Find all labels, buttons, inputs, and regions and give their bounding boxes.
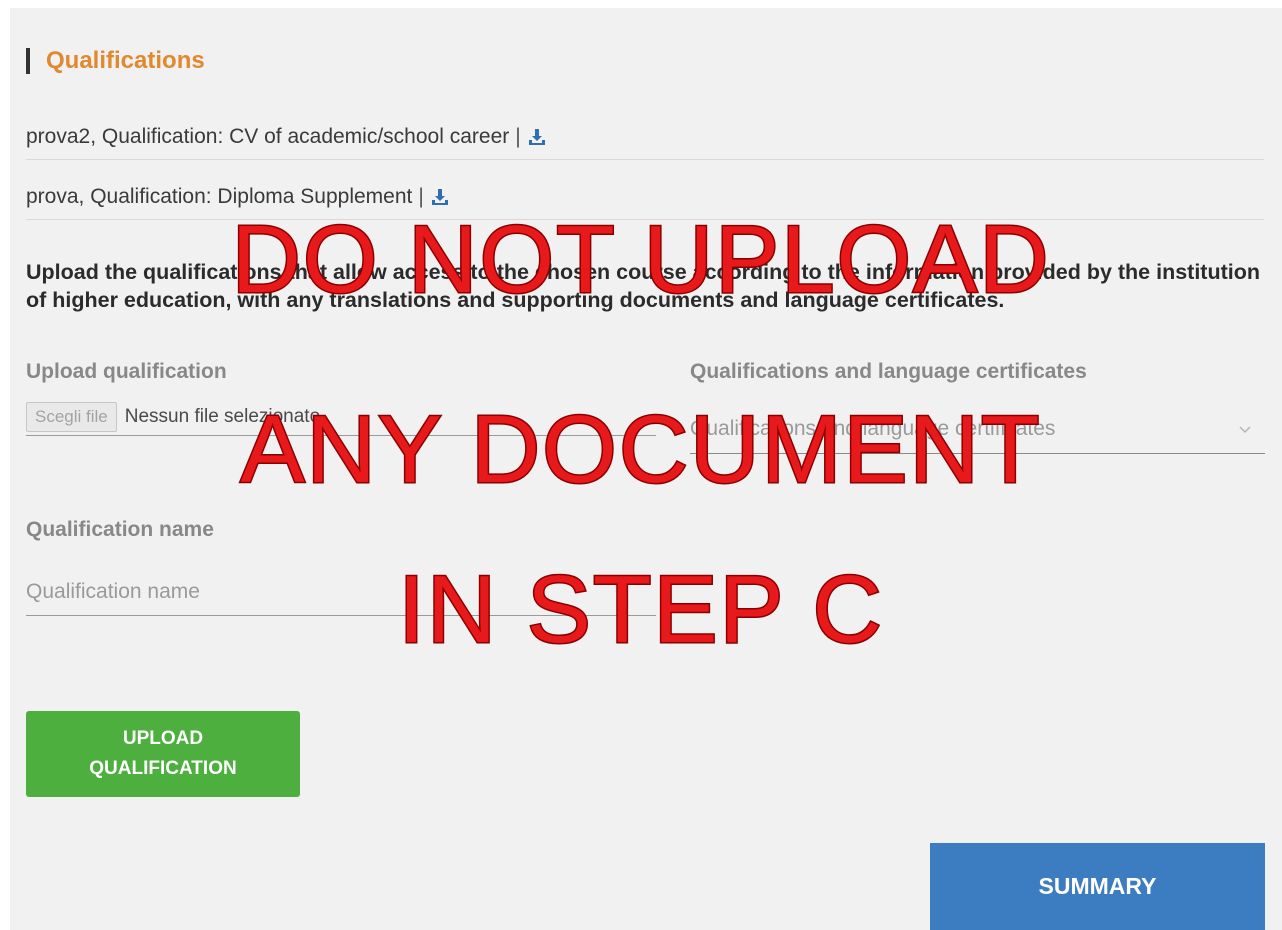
warning-overlay-line1: DO NOT UPLOAD — [230, 205, 1051, 315]
qualification-item-separator: | — [515, 124, 521, 148]
upload-qualification-label: Upload qualification — [26, 360, 227, 383]
warning-overlay-line3: IN STEP C — [397, 555, 884, 665]
upload-button-label-line2: QUALIFICATION — [89, 758, 237, 779]
section-title: Qualifications — [46, 47, 205, 74]
upload-qualification-button[interactable]: UPLOAD QUALIFICATION — [26, 711, 300, 797]
qualification-name-label: Qualification name — [26, 518, 214, 541]
upload-button-label-line1: UPLOAD — [122, 728, 204, 749]
certificates-label: Qualifications and language certificates — [690, 360, 1087, 383]
download-icon[interactable] — [430, 187, 450, 207]
download-icon[interactable] — [527, 127, 547, 147]
summary-button[interactable]: SUMMARY — [930, 843, 1265, 930]
qualification-item-text: prova2, Qualification: CV of academic/sc… — [26, 124, 510, 148]
section-header: Qualifications — [26, 46, 205, 76]
section-accent-bar — [26, 48, 30, 74]
warning-overlay-line2: ANY DOCUMENT — [239, 395, 1042, 505]
qualification-item: prova2, Qualification: CV of academic/sc… — [26, 114, 1264, 160]
